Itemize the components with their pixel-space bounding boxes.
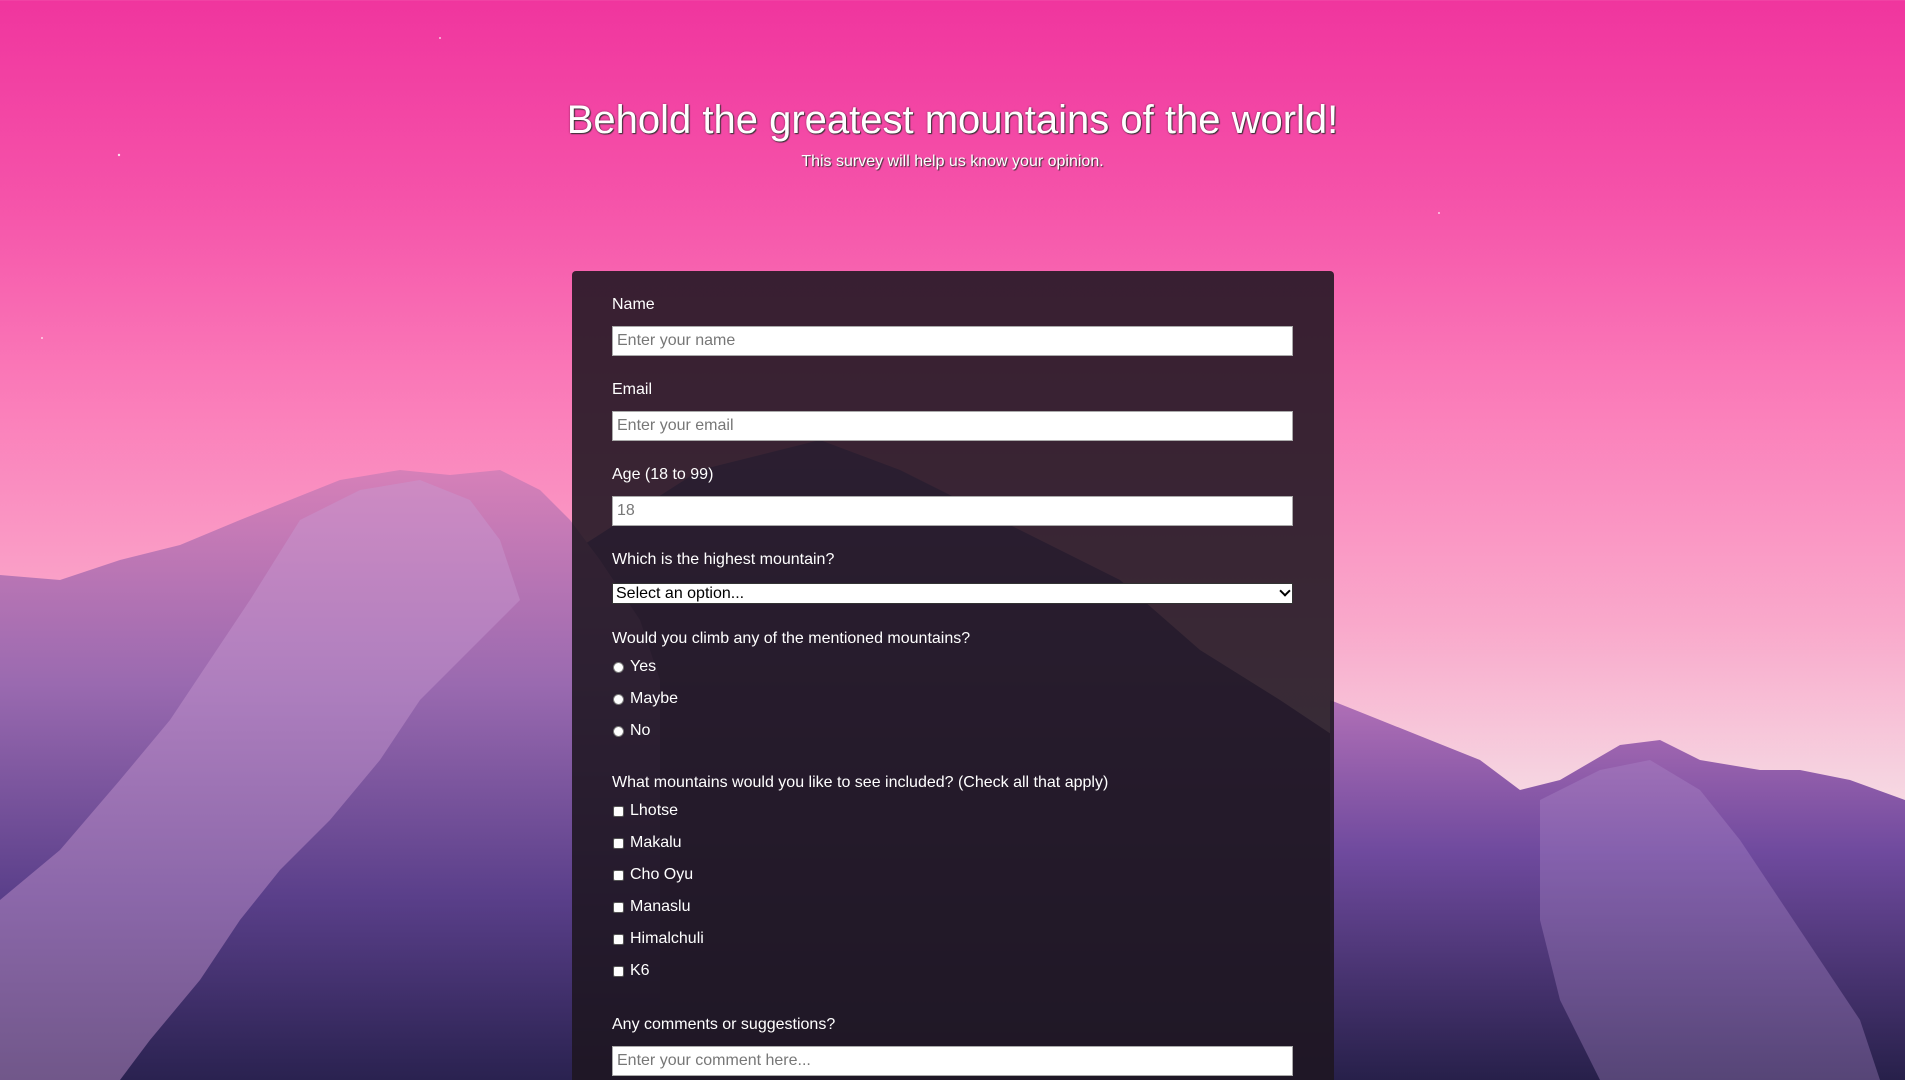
email-label: Email [612,381,653,398]
radio-no[interactable]: No [612,715,1293,747]
checkbox[interactable] [613,805,624,817]
checkbox-label: Makalu [630,834,682,851]
name-group: Name [612,295,1293,356]
select-value: Select an option... [616,585,745,602]
checkbox-himalchuli[interactable]: Himalchuli [612,923,1293,955]
climb-label: Would you climb any of the mentioned mou… [612,630,971,647]
include-group: What mountains would you like to see inc… [612,773,1293,987]
age-label: Age (18 to 99) [612,466,714,483]
survey-form: Name Email Age (18 to 99) Which is the h… [572,271,1334,1080]
checkbox[interactable] [613,869,624,881]
checkbox-manaslu[interactable]: Manaslu [612,891,1293,923]
checkbox[interactable] [613,933,624,945]
email-group: Email [612,380,1293,441]
page-header: Behold the greatest mountains of the wor… [0,96,1905,172]
radio-button[interactable] [613,661,624,673]
page-subtitle: This survey will help us know your opini… [801,153,1104,170]
checkbox-k6[interactable]: K6 [612,955,1293,987]
radio-label: Yes [630,658,657,675]
highest-mountain-label: Which is the highest mountain? [612,551,835,568]
checkbox[interactable] [613,901,624,913]
radio-label: No [630,722,651,739]
name-label: Name [612,296,655,313]
checkbox-makalu[interactable]: Makalu [612,827,1293,859]
climb-group: Would you climb any of the mentioned mou… [612,629,1293,747]
comments-label: Any comments or suggestions? [612,1016,836,1033]
page-title: Behold the greatest mountains of the wor… [566,98,1339,142]
email-input[interactable] [612,411,1293,441]
include-label: What mountains would you like to see inc… [612,774,1109,791]
radio-button[interactable] [613,725,624,737]
checkbox-label: K6 [630,962,650,979]
radio-maybe[interactable]: Maybe [612,683,1293,715]
chevron-down-icon [1279,585,1291,597]
checkbox-label: Cho Oyu [630,866,694,883]
age-group: Age (18 to 99) [612,465,1293,526]
radio-label: Maybe [630,690,679,707]
comments-input[interactable] [612,1046,1293,1076]
checkbox[interactable] [613,837,624,849]
checkbox-label: Lhotse [630,802,679,819]
checkbox-cho-oyu[interactable]: Cho Oyu [612,859,1293,891]
checkbox[interactable] [613,965,624,977]
radio-yes[interactable]: Yes [612,651,1293,683]
highest-mountain-select[interactable]: Select an option... [612,583,1293,604]
age-input[interactable] [612,496,1293,526]
radio-button[interactable] [613,693,624,705]
checkbox-label: Manaslu [630,898,691,915]
highest-mountain-group: Which is the highest mountain? Select an… [612,550,1293,604]
checkbox-lhotse[interactable]: Lhotse [612,795,1293,827]
comments-group: Any comments or suggestions? [612,1015,1293,1076]
name-input[interactable] [612,326,1293,356]
checkbox-label: Himalchuli [630,930,704,947]
